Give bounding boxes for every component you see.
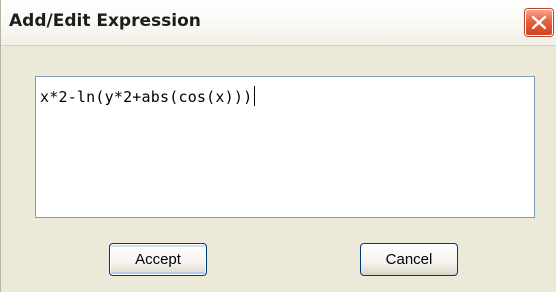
close-icon (531, 15, 547, 30)
add-edit-expression-dialog: Add/Edit Expression x*2-ln(y*2+abs(cos(x… (0, 0, 556, 292)
dialog-title: Add/Edit Expression (9, 11, 201, 31)
title-bar[interactable]: Add/Edit Expression (1, 0, 556, 46)
expression-value: x*2-ln(y*2+abs(cos(x))) (40, 88, 253, 106)
close-button[interactable] (525, 9, 553, 36)
cancel-button[interactable]: Cancel (360, 243, 458, 276)
text-caret (254, 86, 256, 106)
expression-input[interactable]: x*2-ln(y*2+abs(cos(x))) (35, 76, 535, 218)
accept-button[interactable]: Accept (109, 243, 207, 276)
expression-text: x*2-ln(y*2+abs(cos(x))) (40, 86, 256, 106)
